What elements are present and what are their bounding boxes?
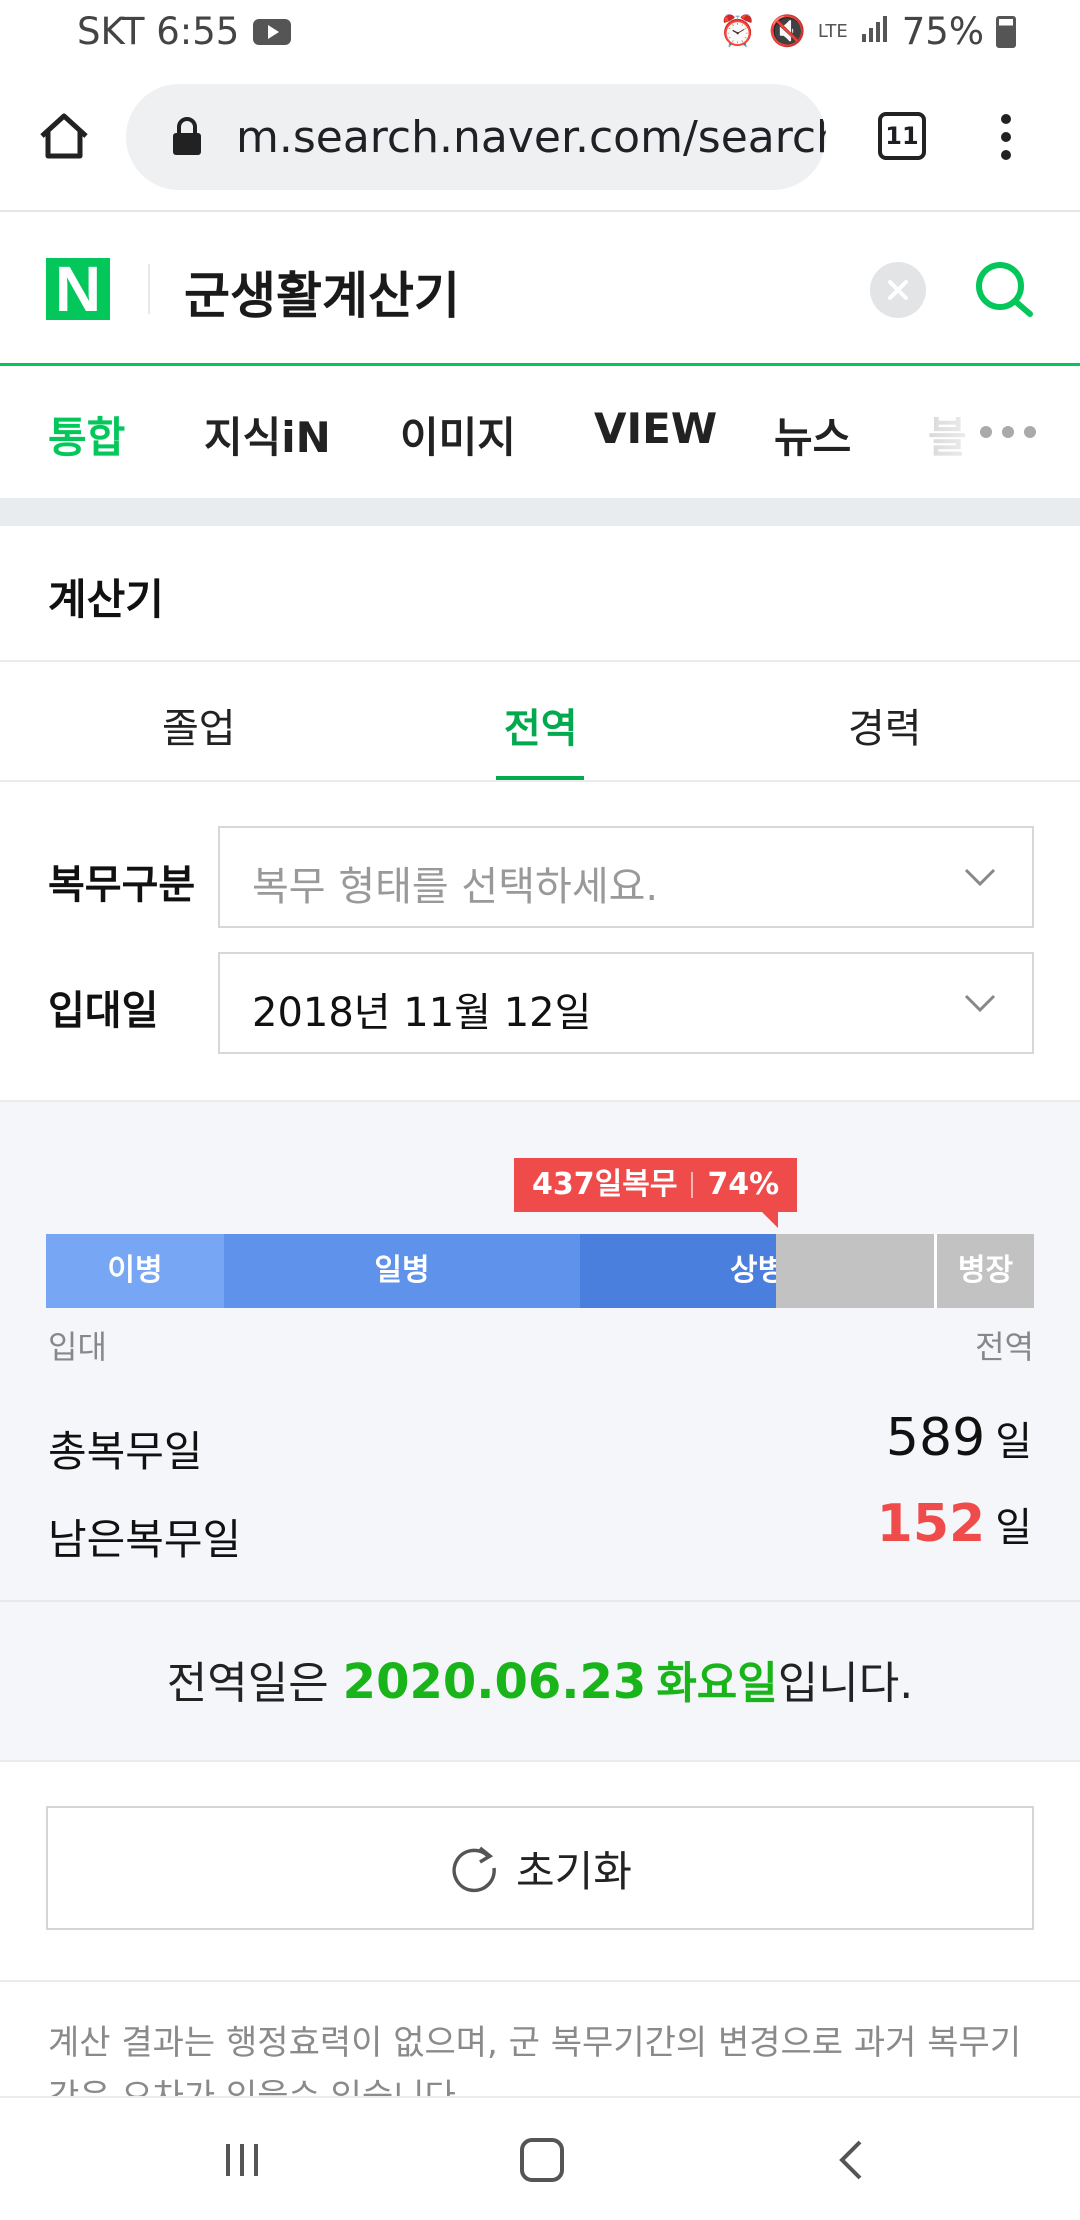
- service-type-select[interactable]: 복무 형태를 선택하세요.: [218, 826, 1034, 928]
- tab-switcher-button[interactable]: 11: [878, 112, 926, 160]
- tab-integrated[interactable]: 통합: [48, 404, 125, 465]
- divider: [0, 1760, 1080, 1762]
- mute-icon: 🔇: [768, 14, 806, 49]
- more-tabs-button[interactable]: [980, 426, 1036, 438]
- refresh-icon: [452, 1846, 496, 1893]
- enlistment-date-label: 입대일: [48, 988, 159, 1034]
- discharge-date-line: 전역일은 2020.06.23 화요일입니다.: [0, 1600, 1080, 1760]
- discharge-date: 2020.06.23: [342, 1654, 647, 1710]
- disclaimer-notice: 계산 결과는 행정효력이 없으며, 군 복무기간의 변경으로 과거 복무기간은 …: [48, 2023, 1022, 2096]
- divider: [0, 660, 1080, 662]
- section-gap: [0, 498, 1080, 526]
- overflow-menu-button[interactable]: [990, 110, 1022, 166]
- category-tabs: 통합 지식iN 이미지 VIEW 뉴스 블: [0, 366, 1080, 498]
- alarm-icon: ⏰: [719, 14, 757, 49]
- close-icon: [888, 280, 908, 300]
- discharge-suffix: 입니다.: [777, 1658, 914, 1709]
- tab-knowledge-in[interactable]: 지식iN: [204, 404, 331, 465]
- search-icon: [976, 262, 1033, 317]
- tab-news[interactable]: 뉴스: [774, 404, 851, 465]
- home-button[interactable]: [36, 108, 92, 164]
- notice-clip: 계산 결과는 행정효력이 없으며, 군 복무기간의 변경으로 과거 복무기간은 …: [0, 1980, 1080, 2096]
- discharge-prefix: 전역일은: [166, 1658, 343, 1709]
- naver-logo[interactable]: N: [46, 257, 110, 321]
- battery-percent: 75%: [901, 10, 984, 53]
- rank-label-private: 이병: [107, 1253, 163, 1288]
- subtab-graduation[interactable]: 졸업: [162, 696, 236, 754]
- calculator-title: 계산기: [48, 575, 164, 624]
- carrier-time: SKT 6:55: [77, 10, 240, 53]
- rank-label-pfc: 일병: [374, 1253, 430, 1288]
- tab-images[interactable]: 이미지: [400, 404, 516, 465]
- search-button[interactable]: [970, 256, 1038, 324]
- served-days: 437일복무: [532, 1167, 678, 1202]
- divider: [148, 264, 150, 314]
- days-unit: 일: [995, 1505, 1032, 1551]
- rank-label-sergeant: 병장: [957, 1253, 1014, 1288]
- search-input[interactable]: 군생활계산기: [184, 256, 460, 328]
- recent-apps-button[interactable]: [222, 2140, 262, 2180]
- system-nav-bar: [0, 2096, 1080, 2220]
- subtab-discharge[interactable]: 전역: [504, 696, 578, 754]
- address-bar[interactable]: m.search.naver.com/search.naver?where=m: [126, 84, 826, 190]
- enlistment-date-value: 2018년 11월 12일: [252, 990, 592, 1036]
- tab-view[interactable]: VIEW: [594, 404, 717, 453]
- chevron-down-icon: [964, 868, 996, 887]
- discharge-weekday: 화요일: [656, 1658, 778, 1709]
- browser-toolbar: m.search.naver.com/search.naver?where=m …: [0, 66, 1080, 212]
- reset-button[interactable]: 초기화: [46, 1806, 1034, 1930]
- days-unit: 일: [995, 1419, 1032, 1465]
- back-button[interactable]: [830, 2138, 874, 2182]
- service-progress-bar: 이병 일병 상병 병장: [46, 1234, 1034, 1308]
- rank-segment-sergeant: 병장: [934, 1234, 1034, 1308]
- progress-end-label: 전역: [975, 1328, 1034, 1366]
- divider: [0, 780, 1080, 782]
- lock-icon: [173, 117, 201, 155]
- total-days-number: 589: [885, 1408, 986, 1468]
- clear-search-button[interactable]: [870, 262, 926, 318]
- system-home-button[interactable]: [520, 2138, 564, 2182]
- signal-icon: [860, 10, 890, 53]
- service-type-placeholder: 복무 형태를 선택하세요.: [252, 864, 659, 910]
- rank-segment-corporal: 상병: [580, 1234, 785, 1308]
- youtube-icon: [253, 18, 292, 45]
- url-text: m.search.naver.com/search.naver?where=m: [236, 112, 826, 163]
- progress-start-label: 입대: [48, 1328, 107, 1366]
- remaining-days-number: 152: [876, 1494, 986, 1554]
- status-bar: SKT 6:55 ⏰ 🔇 LTE 75%: [0, 0, 1080, 66]
- progress-badge: 437일복무 74%: [514, 1158, 798, 1212]
- rank-segment-pfc: 일병: [224, 1234, 580, 1308]
- lte-indicator: LTE: [817, 20, 848, 42]
- service-type-label: 복무구분: [48, 862, 196, 908]
- remaining-days-value: 152 일: [877, 1494, 1032, 1554]
- total-days-value: 589 일: [886, 1408, 1032, 1468]
- remaining-days-label: 남은복무일: [48, 1515, 242, 1564]
- progress-badge-tail: [762, 1212, 778, 1228]
- home-icon: [40, 113, 88, 159]
- rank-segment-private: 이병: [46, 1234, 224, 1308]
- rank-segment-remaining: [776, 1234, 934, 1308]
- enlistment-date-select[interactable]: 2018년 11월 12일: [218, 952, 1034, 1054]
- subtab-career[interactable]: 경력: [848, 696, 922, 754]
- chevron-down-icon: [964, 994, 996, 1013]
- reset-label: 초기화: [516, 1846, 632, 1896]
- search-header: N 군생활계산기: [0, 212, 1080, 366]
- battery-icon: [996, 15, 1016, 48]
- total-days-label: 총복무일: [48, 1427, 203, 1476]
- served-percent: 74%: [707, 1167, 780, 1202]
